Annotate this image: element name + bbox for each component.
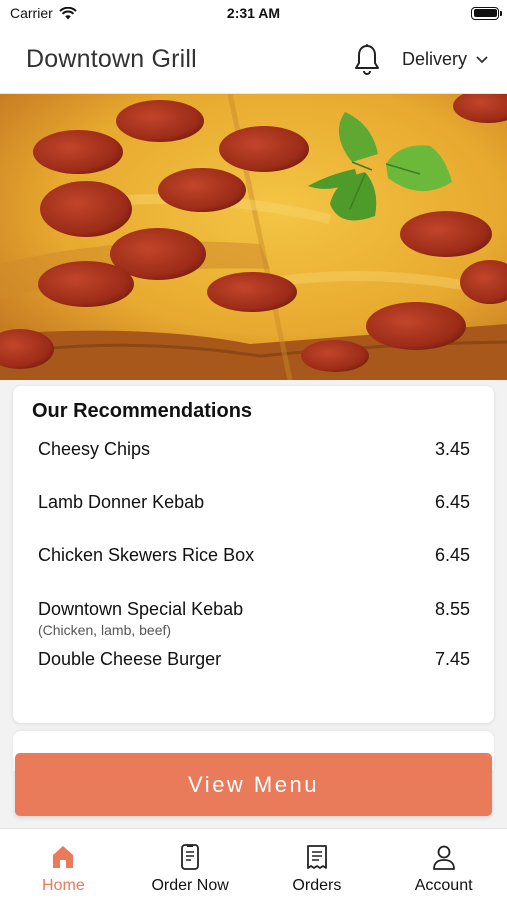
- item-price: 6.45: [434, 545, 470, 565]
- tab-label: Home: [42, 877, 85, 894]
- status-bar: Carrier 2:31 AM: [0, 0, 507, 26]
- tab-order-now[interactable]: Order Now: [127, 829, 254, 900]
- wifi-icon: [59, 6, 77, 19]
- tab-label: Account: [414, 877, 473, 894]
- battery-icon: [471, 6, 502, 20]
- item-price: 3.45: [434, 439, 470, 459]
- recommendations-card: Our Recommendations Cheesy Chips 3.45 La…: [13, 386, 494, 723]
- status-left: Carrier: [10, 5, 77, 21]
- tab-label: Orders: [292, 877, 342, 894]
- recommendation-item[interactable]: Cheesy Chips 3.45: [32, 439, 470, 460]
- item-name: Lamb Donner Kebab: [38, 492, 205, 512]
- bell-icon[interactable]: [352, 43, 382, 77]
- tab-account[interactable]: Account: [380, 829, 507, 900]
- item-price: 8.55: [434, 599, 470, 619]
- tab-home[interactable]: Home: [0, 829, 127, 900]
- hero-pizza-image: [0, 94, 507, 380]
- delivery-mode-select[interactable]: Delivery: [402, 49, 489, 70]
- delivery-mode-label: Delivery: [401, 49, 467, 69]
- recommendations-title: Our Recommendations: [32, 400, 253, 422]
- app-header: Downtown Grill Delivery: [0, 26, 507, 94]
- recommendation-item[interactable]: Double Cheese Burger 7.45: [32, 649, 470, 670]
- item-name: Chicken Skewers Rice Box: [38, 545, 255, 565]
- item-name: Downtown Special Kebab: [38, 599, 244, 619]
- tab-label: Order Now: [151, 877, 229, 894]
- item-name: Double Cheese Burger: [38, 649, 222, 669]
- tab-orders[interactable]: Orders: [254, 829, 381, 900]
- recommendation-item[interactable]: Lamb Donner Kebab 6.45: [32, 492, 470, 513]
- item-price: 7.45: [434, 649, 470, 669]
- home-icon: [53, 846, 74, 868]
- item-price: 6.45: [434, 492, 470, 512]
- carrier-label: Carrier: [10, 5, 53, 21]
- receipt-icon: [306, 845, 327, 869]
- item-description: (Chicken, lamb, beef): [38, 622, 172, 638]
- recommendation-item[interactable]: Downtown Special Kebab (Chicken, lamb, b…: [32, 599, 470, 638]
- account-icon: [432, 845, 455, 870]
- order-phone-icon: [181, 844, 200, 870]
- view-menu-button[interactable]: View Menu: [15, 753, 492, 816]
- bottom-tab-bar: Home Order Now Orders Account: [0, 828, 507, 900]
- restaurant-name: Downtown Grill: [26, 45, 197, 73]
- item-name: Cheesy Chips: [38, 439, 151, 459]
- chevron-down-icon: [476, 56, 488, 64]
- recommendation-item[interactable]: Chicken Skewers Rice Box 6.45: [32, 545, 470, 566]
